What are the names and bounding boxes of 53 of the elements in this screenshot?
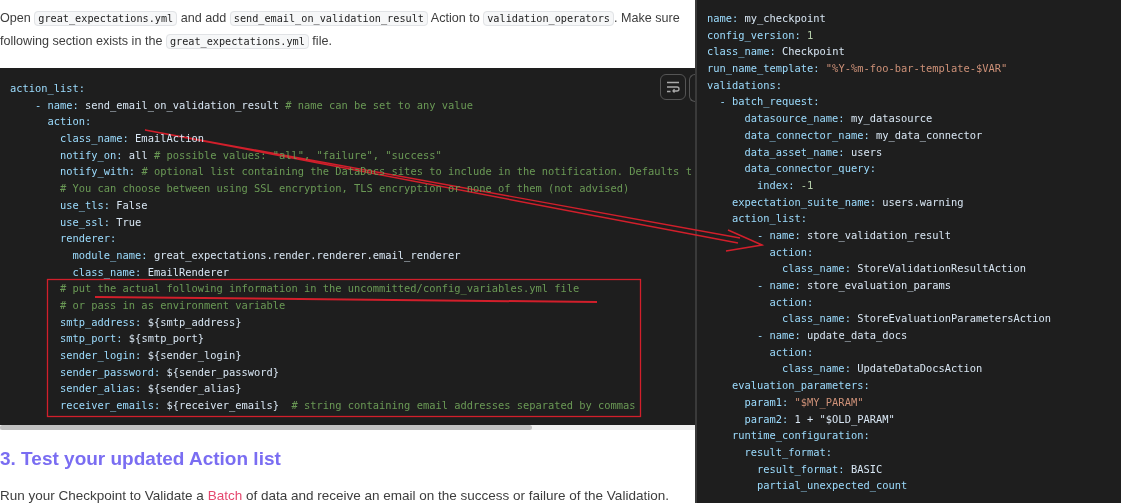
- code-line: sender_password: ${sender_password}: [59, 364, 279, 381]
- code-line: class_name: StoreEvaluationParametersAction: [781, 311, 1052, 327]
- code-line: run_name_template: "%Y-%m-foo-bar-template-$VAR": [707, 61, 1008, 77]
- code-line: use_ssl: True: [59, 214, 142, 231]
- code-line: datasource_name: my_datasource: [743, 111, 933, 127]
- code-line: action:: [768, 294, 814, 310]
- code-line: receiver_emails: ${receiver_emails} # string containing email addresses separated by commas: [59, 398, 636, 414]
- paragraph-text: Open great_expectations.yml and add send_email_on_validation_result Action to validation_operators . Make sure: [0, 10, 680, 28]
- code-line: class_name: EmailRenderer: [71, 264, 229, 281]
- code-line: - name: store_evaluation_params: [756, 278, 951, 294]
- code-line: result_format:: [743, 444, 833, 461]
- code-line: smtp_address: ${smtp_address}: [59, 314, 242, 331]
- code-line: - name: update_data_docs: [756, 328, 908, 344]
- code-line: module_name: great_expectations.render.renderer.email_renderer: [71, 247, 461, 264]
- code-line: action:: [46, 114, 92, 130]
- code-line: data_asset_name: users: [743, 144, 883, 161]
- code-line: result_format: BASIC: [756, 461, 883, 478]
- code-line: renderer:: [59, 231, 117, 247]
- code-line: smtp_port: ${smtp_port}: [59, 331, 204, 347]
- code-line: # or pass in as environment variable: [59, 297, 286, 313]
- code-line: sender_alias: ${sender_alias}: [59, 381, 242, 397]
- code-line: evaluation_parameters:: [731, 378, 870, 394]
- code-line: action:: [768, 244, 814, 260]
- code-line: expectation_suite_name: users.warning: [731, 194, 964, 211]
- section-heading: 3. Test your updated Action list: [0, 447, 282, 471]
- code-line: action:: [768, 344, 814, 360]
- scrollbar[interactable]: [0, 425, 532, 430]
- code-line: class_name: Checkpoint: [707, 44, 845, 60]
- code-line: class_name: StoreValidationResultAction: [781, 261, 1027, 277]
- code-line: action_list:: [731, 211, 808, 227]
- code-line: config_version: 1: [707, 27, 814, 44]
- code-line: partial_unexpected_count: [756, 478, 908, 494]
- paragraph-text: following section exists in the great_expectations.yml file.: [0, 33, 332, 51]
- paragraph-text: Run your Checkpoint to Validate a Batch of data and receive an email on the success or failure of the Validation.: [0, 487, 670, 503]
- code-line: - name: send_email_on_validation_result # name can be set to any value: [34, 97, 473, 114]
- code-line: - batch_request:: [718, 94, 820, 110]
- word-wrap-button[interactable]: [660, 74, 686, 100]
- code-line: use_tls: False: [59, 197, 148, 214]
- code-line: param1: "$MY_PARAM": [743, 394, 864, 411]
- wrap-icon: [666, 81, 680, 93]
- code-line: name: my_checkpoint: [707, 11, 826, 27]
- code-line: sender_login: ${sender_login}: [59, 348, 242, 364]
- code-line: index: -1: [756, 177, 814, 193]
- code-line: runtime_configuration:: [731, 428, 870, 444]
- code-line: validations:: [707, 77, 783, 93]
- code-line: param2: 1 + "$OLD_PARAM": [743, 411, 895, 428]
- code-line: - name: store_validation_result: [756, 227, 951, 244]
- code-line: action_list:: [10, 81, 86, 97]
- code-line: class_name: UpdateDataDocsAction: [781, 361, 983, 377]
- code-line: # put the actual following information in the uncommitted/config_variables.yml file: [59, 281, 580, 297]
- code-line: data_connector_name: my_data_connector: [743, 127, 983, 144]
- code-line: data_connector_query:: [743, 161, 876, 177]
- batch-link[interactable]: Batch: [207, 488, 243, 503]
